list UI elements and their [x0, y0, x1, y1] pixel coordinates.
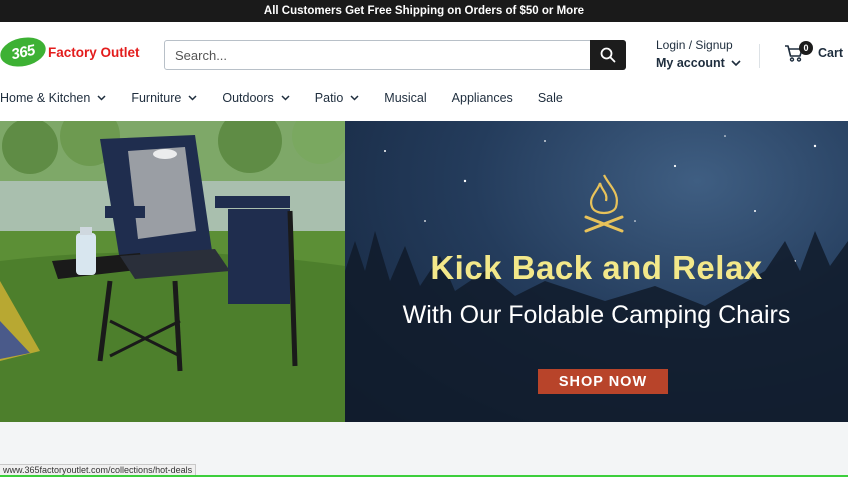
- site-logo[interactable]: 365 Factory Outlet: [0, 33, 140, 71]
- hero-subheadline: With Our Foldable Camping Chairs: [402, 301, 791, 329]
- nav-item-label: Musical: [384, 91, 427, 105]
- chevron-down-icon: [731, 59, 741, 66]
- my-account-dropdown[interactable]: My account: [656, 56, 741, 70]
- nav-item-home-kitchen[interactable]: Home & Kitchen: [0, 91, 106, 105]
- shop-now-button[interactable]: SHOP NOW: [538, 369, 668, 394]
- main-nav: Home & Kitchen Furniture Outdoors Patio …: [0, 88, 848, 108]
- announcement-text: All Customers Get Free Shipping on Order…: [263, 5, 585, 17]
- camping-chair-image: [0, 121, 345, 422]
- nav-item-appliances[interactable]: Appliances: [452, 91, 513, 105]
- nav-item-label: Appliances: [451, 91, 513, 105]
- nav-item-label: Furniture: [131, 91, 182, 105]
- campfire-icon: [584, 174, 624, 233]
- chevron-down-icon: [281, 95, 290, 101]
- nav-item-patio[interactable]: Patio: [315, 91, 360, 105]
- login-signup-link[interactable]: Login / Signup: [656, 38, 741, 52]
- nav-item-label: Home & Kitchen: [0, 91, 91, 105]
- hero-text-panel: Kick Back and Relax With Our Foldable Ca…: [345, 121, 848, 422]
- cart-label: Cart: [818, 46, 844, 60]
- nav-item-label: Sale: [537, 91, 563, 105]
- chevron-down-icon: [350, 95, 359, 101]
- cart-count-badge: 0: [799, 41, 813, 55]
- chevron-down-icon: [188, 95, 197, 101]
- hero-product-image: [0, 121, 345, 422]
- nav-item-label: Outdoors: [222, 91, 274, 105]
- site-header: 365 Factory Outlet Login / Signup My acc…: [0, 22, 848, 88]
- nav-item-outdoors[interactable]: Outdoors: [222, 91, 290, 105]
- chevron-down-icon: [97, 95, 106, 101]
- hero-headline: Kick Back and Relax: [430, 249, 763, 286]
- search-icon: [600, 47, 616, 63]
- hero-banner[interactable]: Kick Back and Relax With Our Foldable Ca…: [0, 121, 848, 422]
- announcement-bar: All Customers Get Free Shipping on Order…: [0, 0, 848, 22]
- my-account-label: My account: [656, 56, 725, 70]
- search-bar: [164, 40, 626, 70]
- logo-badge: 365: [0, 33, 49, 71]
- search-input[interactable]: [165, 41, 585, 69]
- nav-item-furniture[interactable]: Furniture: [131, 91, 197, 105]
- search-button[interactable]: [590, 40, 626, 70]
- header-divider: [759, 44, 760, 68]
- cart-button[interactable]: 0 Cart: [784, 41, 844, 62]
- account-menu: Login / Signup My account: [656, 38, 741, 70]
- nav-item-sale[interactable]: Sale: [538, 91, 563, 105]
- nav-item-label: Patio: [314, 91, 344, 105]
- nav-item-musical[interactable]: Musical: [384, 91, 426, 105]
- logo-text: Factory Outlet: [48, 44, 140, 60]
